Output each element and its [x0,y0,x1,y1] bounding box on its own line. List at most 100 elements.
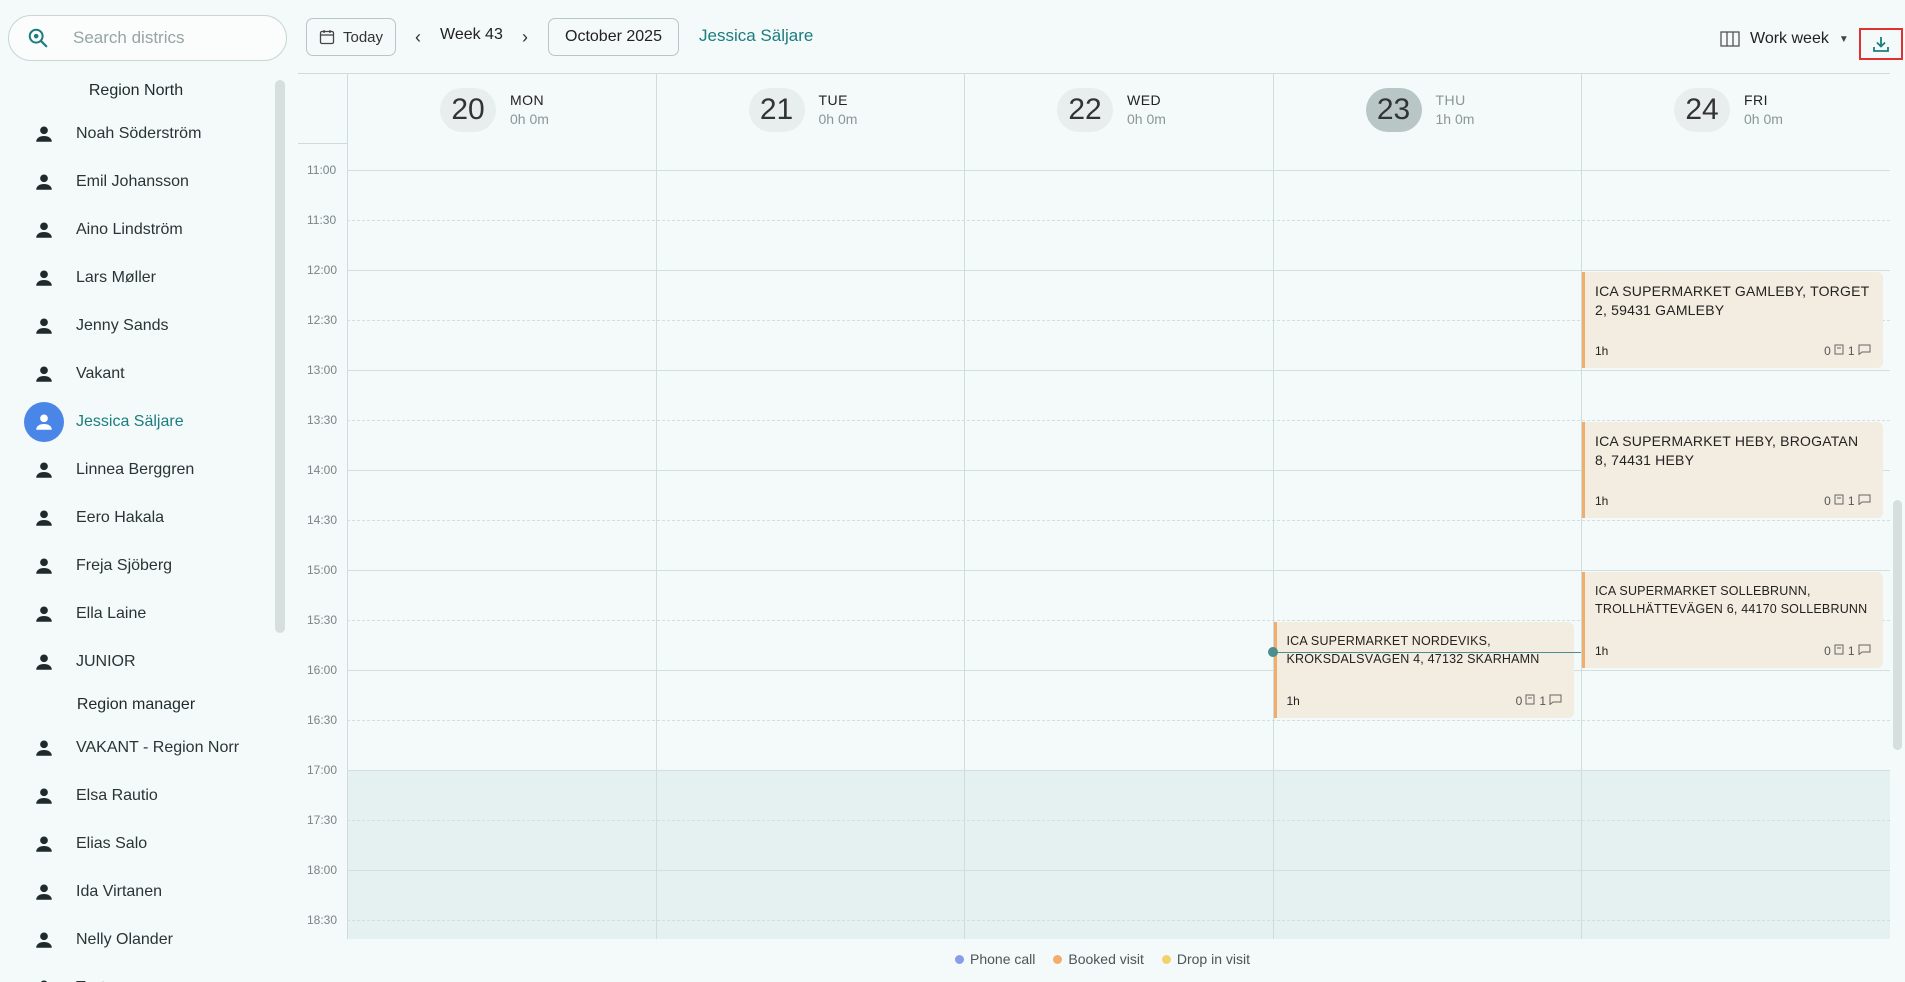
event-count-b: 1 [1847,494,1855,508]
day-name: WED [1127,92,1162,108]
day-column[interactable] [1581,144,1890,939]
day-total-hours: 0h 0m [1744,111,1783,127]
next-week-button[interactable]: › [513,22,537,52]
sidebar-person-item[interactable]: Nelly Olander [0,916,272,964]
sidebar-person-item[interactable]: Freja Sjöberg [0,542,272,590]
person-icon [24,872,64,912]
time-gutter-header [298,74,347,145]
today-label: Today [342,28,384,46]
legend-dot [955,954,964,964]
current-time-dot [1267,647,1278,657]
legend-dot [1053,954,1063,964]
time-label: 16:00 [307,663,338,677]
day-column[interactable] [1889,144,1890,939]
month-picker-button[interactable]: October 2025 [548,18,679,56]
sidebar-person-item[interactable]: Jenny Sands [0,302,272,350]
day-header[interactable]: 24 FRI 0h 0m [1581,74,1890,145]
day-column[interactable] [347,144,656,939]
person-icon [24,776,64,816]
time-label: 11:00 [307,163,337,177]
person-icon [24,162,64,202]
person-name: Jessica Säljare [76,413,184,430]
day-name: THU [1435,92,1466,108]
sidebar-scrollbar[interactable] [275,80,285,633]
day-info: THU 1h 0m [1436,92,1475,127]
legend-item: Drop in visit [1161,951,1251,967]
sidebar: Region North Noah Söderström Emil Johansso… [0,0,297,982]
person-icon [24,258,64,298]
sidebar-person-item[interactable]: Ella Laine [0,590,272,638]
calendar-event[interactable]: ICA SUPERMARKET GAMLEBY, TORGET 2, 59431… [1582,272,1883,368]
calendar-event[interactable]: ICA SUPERMARKET SOLLEBRUNN, TROLLHÄTTEVÄ… [1582,572,1883,668]
person-name: VAKANT - Region Norr [76,739,240,756]
event-count-b: 1 [1847,344,1855,358]
prev-week-button[interactable]: ‹ [406,22,430,52]
sidebar-person-item[interactable]: Lars Møller [0,254,272,302]
sidebar-person-item[interactable]: Noah Söderström [0,110,272,158]
day-column[interactable] [964,144,1273,939]
day-number: 20 [440,87,496,132]
day-header[interactable]: 20 MON 0h 0m [347,74,656,145]
person-name: Freja Sjöberg [76,557,173,574]
day-total-hours: 0h 0m [1127,111,1166,127]
person-icon [24,728,64,768]
sidebar-person-item[interactable]: Linnea Berggren [0,446,272,494]
search-icon [28,28,48,48]
person-name: Linnea Berggren [76,461,195,478]
time-label: 13:30 [307,413,338,427]
search-box[interactable] [8,15,287,61]
person-name: Emil Johansson [76,173,189,190]
day-info: TUE 0h 0m [819,92,858,127]
sidebar-person-item[interactable]: JUNIOR [0,638,272,686]
calendar-header: 20 MON 0h 0m 21 TUE 0h 0m 22 WED 0h 0m 23 THU 1h 0m… [298,73,1890,145]
event-duration: 1h [1595,344,1609,358]
day-header[interactable]: 21 TUE 0h 0m [655,74,964,145]
legend-label: Drop in visit [1176,951,1251,967]
person-icon [24,968,64,982]
sidebar-person-item[interactable]: VAKANT - Region Norr [0,724,272,772]
day-header[interactable]: 23 THU 1h 0m [1272,74,1581,145]
calendar-event[interactable]: ICA SUPERMARKET NORDEVIKS, KROKSDALSVÄGE… [1273,622,1574,718]
sidebar-person-item[interactable]: Vakant [0,350,272,398]
note-icon [1834,494,1845,508]
calendar-grid: 11:00 11:30 12:00 12:30 13:00 13:30 14:00 14:30… [298,144,1890,939]
day-column[interactable] [1272,144,1582,939]
time-label: 13:00 [307,363,338,377]
person-name: Elsa Rautio [76,787,158,804]
sidebar-person-item[interactable]: Elias Salo [0,820,272,868]
sidebar-person-item[interactable]: Jessica Säljare [0,398,272,446]
time-label: 12:00 [307,263,338,277]
calendar-scrollbar[interactable] [1893,500,1902,750]
chevron-left-icon: ‹ [415,26,421,47]
selected-person-title: Jessica Säljare [699,26,814,45]
calendar-event[interactable]: ICA SUPERMARKET HEBY, BROGATAN 8, 74431 … [1582,422,1883,518]
download-button[interactable] [1859,28,1903,60]
time-label: 14:00 [307,463,338,477]
sidebar-person-item[interactable]: Test [0,964,272,982]
time-label: 15:00 [307,563,338,577]
day-info: MON 0h 0m [510,92,549,127]
view-selector[interactable]: Work week ▼ [1720,30,1849,48]
person-icon [24,306,64,346]
event-duration: 1h [1595,494,1609,508]
comment-icon [1858,494,1871,508]
person-name: Aino Lindström [76,221,183,238]
event-meta: 01 [1824,644,1870,658]
today-button[interactable]: Today [306,18,396,56]
person-name: Ella Laine [76,605,147,622]
day-number: 22 [1057,87,1113,132]
day-column[interactable] [655,144,965,939]
event-count-b: 1 [1847,644,1855,658]
time-label: 17:30 [307,813,338,827]
event-meta: 01 [1824,344,1870,358]
person-icon [24,594,64,634]
search-input[interactable] [73,28,273,48]
sidebar-person-item[interactable]: Elsa Rautio [0,772,272,820]
sidebar-person-item[interactable]: Eero Hakala [0,494,272,542]
district-list: Region North Noah Söderström Emil Johansso… [0,72,272,982]
day-header[interactable]: 22 WED 0h 0m [964,74,1273,145]
day-name: MON [510,92,545,108]
sidebar-person-item[interactable]: Ida Virtanen [0,868,272,916]
sidebar-person-item[interactable]: Aino Lindström [0,206,272,254]
sidebar-person-item[interactable]: Emil Johansson [0,158,272,206]
